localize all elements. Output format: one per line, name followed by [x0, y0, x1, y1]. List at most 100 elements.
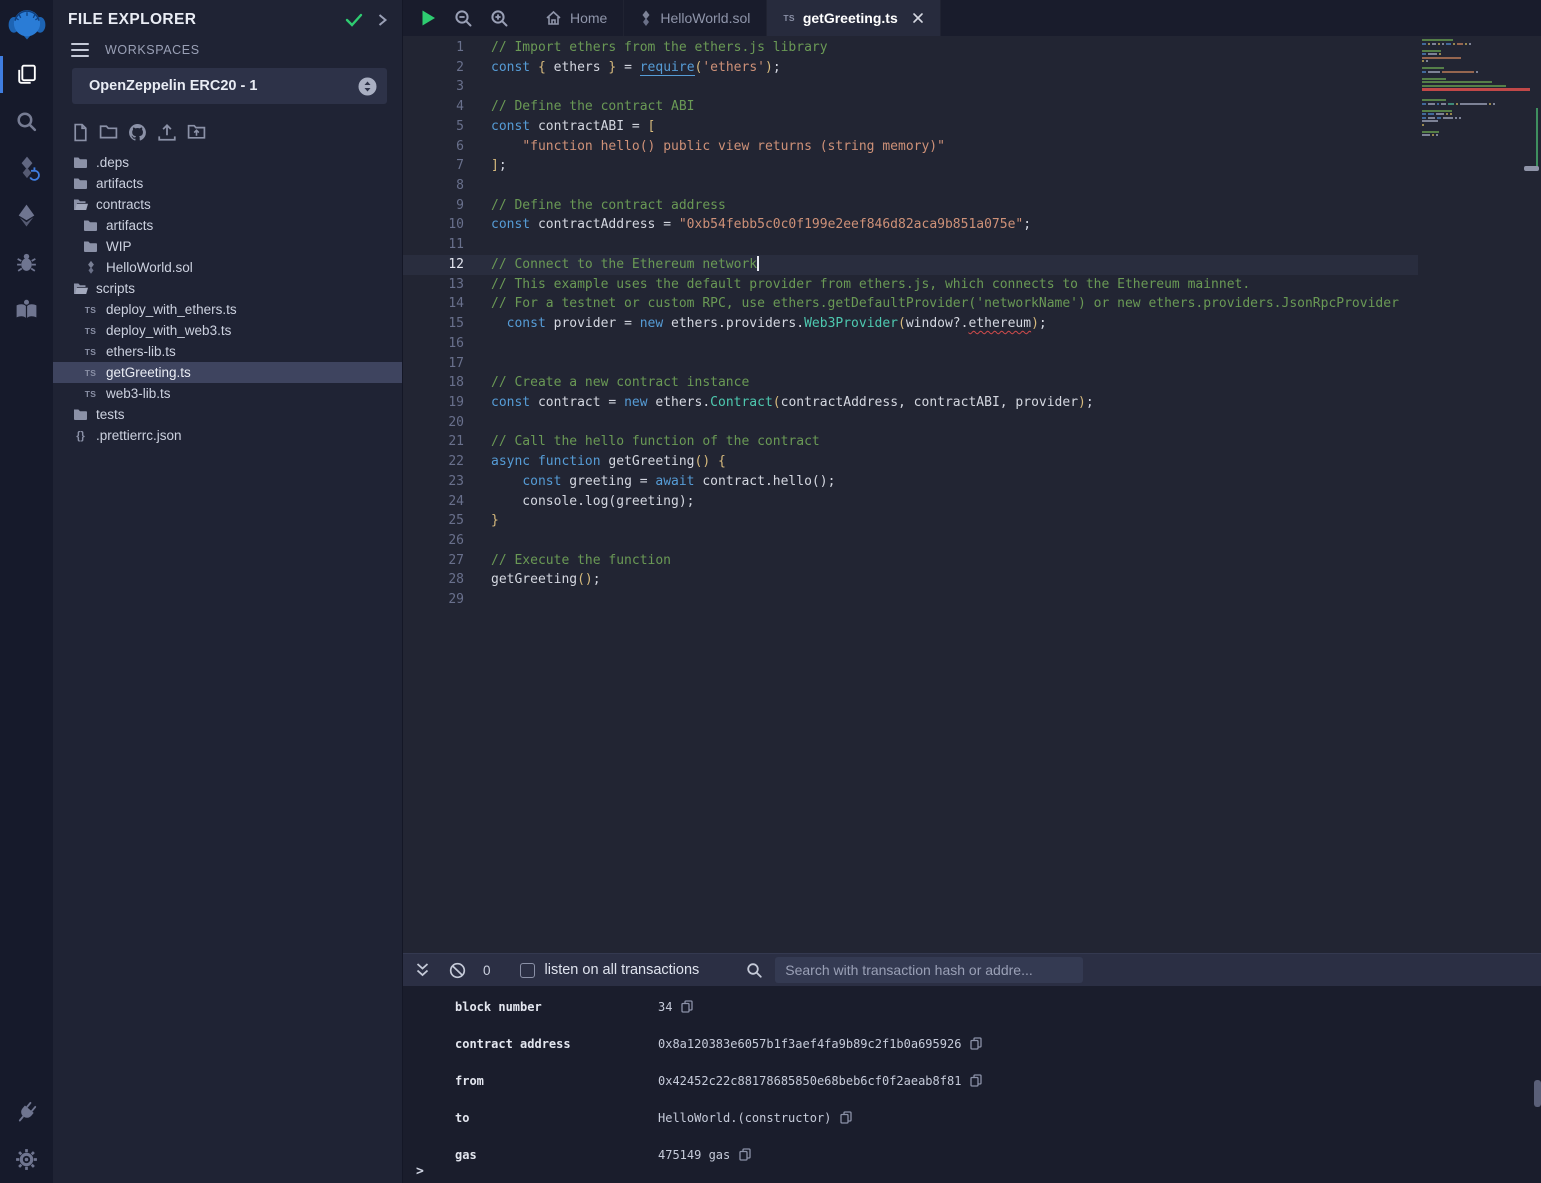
panel-collapse-button[interactable] — [377, 13, 388, 27]
code-line-13[interactable]: 13// This example uses the default provi… — [403, 275, 1418, 295]
run-script-button[interactable] — [420, 9, 437, 27]
learneth-book-icon — [13, 297, 40, 322]
code-line-6[interactable]: 6 "function hello() public view returns … — [403, 137, 1418, 157]
workspaces-menu-icon[interactable] — [71, 43, 89, 57]
tree-item-deploy-with-web3-ts[interactable]: TSdeploy_with_web3.ts — [53, 320, 402, 341]
file-tree: .depsartifactscontractsartifactsWIPHello… — [53, 152, 402, 446]
code-line-25[interactable]: 25} — [403, 511, 1418, 531]
remix-logo-icon[interactable] — [0, 4, 53, 51]
copy-button[interactable] — [970, 1037, 982, 1050]
file-explorer-toolbar — [53, 104, 402, 148]
file-label: tests — [96, 407, 125, 422]
clone-repo-button[interactable] — [128, 123, 147, 142]
code-line-8[interactable]: 8 — [403, 176, 1418, 196]
minimap[interactable] — [1418, 36, 1532, 953]
upload-file-button[interactable] — [157, 123, 177, 142]
tab-getgreeting-ts[interactable]: TS getGreeting.ts — [767, 0, 940, 36]
remix-ide-window: FILE EXPLORER WORKSPACES OpenZeppelin ER… — [0, 0, 1541, 1183]
code-line-4[interactable]: 4// Define the contract ABI — [403, 97, 1418, 117]
line-number: 5 — [403, 117, 464, 137]
tree-item-getgreeting-ts[interactable]: TSgetGreeting.ts — [53, 362, 402, 383]
tree-item-scripts[interactable]: scripts — [53, 278, 402, 299]
tree-item-artifacts[interactable]: artifacts — [53, 173, 402, 194]
tab-helloworld-sol[interactable]: HelloWorld.sol — [624, 0, 767, 36]
sidebar-item-search[interactable] — [0, 98, 53, 145]
code-line-12[interactable]: 12// Connect to the Ethereum network — [403, 255, 1418, 275]
clear-console-button[interactable] — [449, 962, 466, 979]
sidebar-item-solidity-compiler[interactable] — [0, 145, 53, 192]
terminal-prompt[interactable]: > — [416, 1164, 424, 1179]
code-line-24[interactable]: 24 console.log(greeting); — [403, 492, 1418, 512]
new-folder-button[interactable] — [99, 123, 118, 142]
terminal-output[interactable]: block number34contract address0x8a120383… — [403, 986, 1541, 1183]
line-number: 24 — [403, 492, 464, 512]
zoom-in-icon — [490, 9, 509, 28]
line-number: 10 — [403, 215, 464, 235]
workspace-select[interactable]: OpenZeppelin ERC20 - 1 — [72, 68, 387, 104]
code-line-10[interactable]: 10const contractAddress = "0xb54febb5c0c… — [403, 215, 1418, 235]
code-line-5[interactable]: 5const contractABI = [ — [403, 117, 1418, 137]
code-line-23[interactable]: 23 const greeting = await contract.hello… — [403, 472, 1418, 492]
upload-folder-button[interactable] — [187, 123, 206, 142]
code-line-15[interactable]: 15 const provider = new ethers.providers… — [403, 314, 1418, 334]
code-line-21[interactable]: 21// Call the hello function of the cont… — [403, 432, 1418, 452]
line-number: 14 — [403, 294, 464, 314]
tree-item-artifacts[interactable]: artifacts — [53, 215, 402, 236]
tree-item-helloworld-sol[interactable]: HelloWorld.sol — [53, 257, 402, 278]
upload-file-icon — [157, 123, 177, 142]
terminal-search-input[interactable] — [775, 957, 1083, 983]
zoom-out-button[interactable] — [454, 9, 473, 28]
copy-button[interactable] — [739, 1148, 751, 1161]
code-line-3[interactable]: 3 — [403, 77, 1418, 97]
tree-item-wip[interactable]: WIP — [53, 236, 402, 257]
code-line-17[interactable]: 17 — [403, 354, 1418, 374]
copy-button[interactable] — [840, 1111, 852, 1124]
copy-button[interactable] — [970, 1074, 982, 1087]
code-line-20[interactable]: 20 — [403, 413, 1418, 433]
code-line-27[interactable]: 27// Execute the function — [403, 551, 1418, 571]
code-line-7[interactable]: 7]; — [403, 156, 1418, 176]
code-line-2[interactable]: 2const { ethers } = require('ethers'); — [403, 58, 1418, 78]
close-tab-button[interactable] — [912, 12, 924, 24]
code-line-16[interactable]: 16 — [403, 334, 1418, 354]
sidebar-item-learneth[interactable] — [0, 286, 53, 333]
listen-transactions-checkbox[interactable] — [520, 963, 535, 978]
file-label: .deps — [96, 155, 129, 170]
overview-ruler[interactable] — [1532, 36, 1541, 953]
sidebar-item-debugger[interactable] — [0, 239, 53, 286]
tree-item-contracts[interactable]: contracts — [53, 194, 402, 215]
tree-item-ethers-lib-ts[interactable]: TSethers-lib.ts — [53, 341, 402, 362]
line-number: 9 — [403, 196, 464, 216]
folder-open-icon — [73, 282, 89, 295]
code-area[interactable]: 1// Import ethers from the ethers.js lib… — [403, 36, 1418, 953]
code-line-9[interactable]: 9// Define the contract address — [403, 196, 1418, 216]
new-file-button[interactable] — [72, 123, 89, 142]
tree-item-deploy-with-ethers-ts[interactable]: TSdeploy_with_ethers.ts — [53, 299, 402, 320]
code-line-28[interactable]: 28getGreeting(); — [403, 570, 1418, 590]
accept-check-button[interactable] — [345, 13, 363, 27]
tree-item-tests[interactable]: tests — [53, 404, 402, 425]
expand-terminal-button[interactable] — [415, 962, 430, 978]
editor-scrollbar-thumb[interactable] — [1524, 166, 1539, 171]
terminal-scrollbar-thumb[interactable] — [1534, 1080, 1541, 1107]
tree-item-web3-lib-ts[interactable]: TSweb3-lib.ts — [53, 383, 402, 404]
code-line-26[interactable]: 26 — [403, 531, 1418, 551]
zoom-in-button[interactable] — [490, 9, 509, 28]
gear-icon — [14, 1147, 39, 1172]
code-line-11[interactable]: 11 — [403, 235, 1418, 255]
sidebar-item-plugin-manager[interactable] — [0, 1089, 53, 1136]
code-line-1[interactable]: 1// Import ethers from the ethers.js lib… — [403, 38, 1418, 58]
tree-item--prettierrc-json[interactable]: {}.prettierrc.json — [53, 425, 402, 446]
copy-button[interactable] — [681, 1000, 693, 1013]
sidebar-item-deploy-and-run[interactable] — [0, 192, 53, 239]
sidebar-item-file-explorer[interactable] — [0, 51, 53, 98]
tree-item--deps[interactable]: .deps — [53, 152, 402, 173]
code-line-14[interactable]: 14// For a testnet or custom RPC, use et… — [403, 294, 1418, 314]
code-line-22[interactable]: 22async function getGreeting() { — [403, 452, 1418, 472]
code-line-19[interactable]: 19const contract = new ethers.Contract(c… — [403, 393, 1418, 413]
sidebar-item-settings[interactable] — [0, 1136, 53, 1183]
tab-home[interactable]: Home — [529, 0, 624, 36]
code-line-18[interactable]: 18// Create a new contract instance — [403, 373, 1418, 393]
code-line-29[interactable]: 29 — [403, 590, 1418, 610]
tx-detail-value: 0x8a120383e6057b1f3aef4fa9b89c2f1b0a6959… — [658, 1037, 982, 1051]
